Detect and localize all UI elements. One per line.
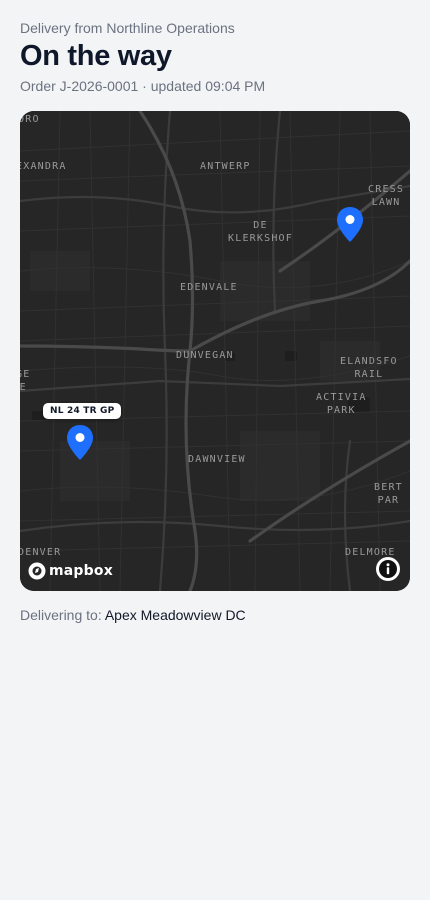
vehicle-plate-label: NL 24 TR GP xyxy=(43,403,122,419)
map-info-button[interactable] xyxy=(376,557,400,581)
mapbox-attribution-logo[interactable]: mapbox xyxy=(28,562,113,580)
map-label-dunvegan: DUNVEGAN xyxy=(176,350,234,361)
map-label-cress-lawn: CRESS LAWN xyxy=(368,184,405,208)
delivery-destination: Delivering to: Apex Meadowview DC xyxy=(20,607,246,623)
map-label-de-klerkshof: DE KLERKSHOF xyxy=(228,220,293,244)
order-meta: Order J-2026-0001 · updated 09:04 PM xyxy=(20,78,266,94)
map-label-denver: DENVER xyxy=(20,547,62,558)
map-label-bert-par: BERT PAR xyxy=(374,482,403,506)
delivery-destination-name: Apex Meadowview DC xyxy=(104,607,246,623)
map-label-edenvale: EDENVALE xyxy=(180,282,238,293)
map-label-elandsfontein: ELANDSFO RAIL xyxy=(340,356,398,380)
map-label-activia-park: ACTIVIA PARK xyxy=(316,392,367,416)
map-label-exandra: EXANDRA xyxy=(20,161,67,172)
map-view[interactable]: ORO EXANDRA ANTWERP CRESS LAWN DE KLERKS… xyxy=(20,111,410,591)
map-label-dawnview: DAWNVIEW xyxy=(188,454,246,465)
map-label-oro: ORO xyxy=(20,114,40,125)
mapbox-logo-icon xyxy=(28,562,46,580)
vehicle-map-pin-icon[interactable] xyxy=(65,424,95,462)
info-icon xyxy=(379,560,397,578)
delivery-tracking-page: Delivery from Northline Operations On th… xyxy=(0,0,430,900)
map-label-antwerp: ANTWERP xyxy=(200,161,251,172)
delivery-source: Delivery from Northline Operations xyxy=(20,20,235,36)
delivery-destination-label: Delivering to: xyxy=(20,607,102,623)
destination-map-pin-icon[interactable] xyxy=(335,206,365,244)
page-title: On the way xyxy=(20,40,172,72)
map-label-ge: GE E xyxy=(20,369,31,393)
mapbox-wordmark: mapbox xyxy=(49,563,113,579)
